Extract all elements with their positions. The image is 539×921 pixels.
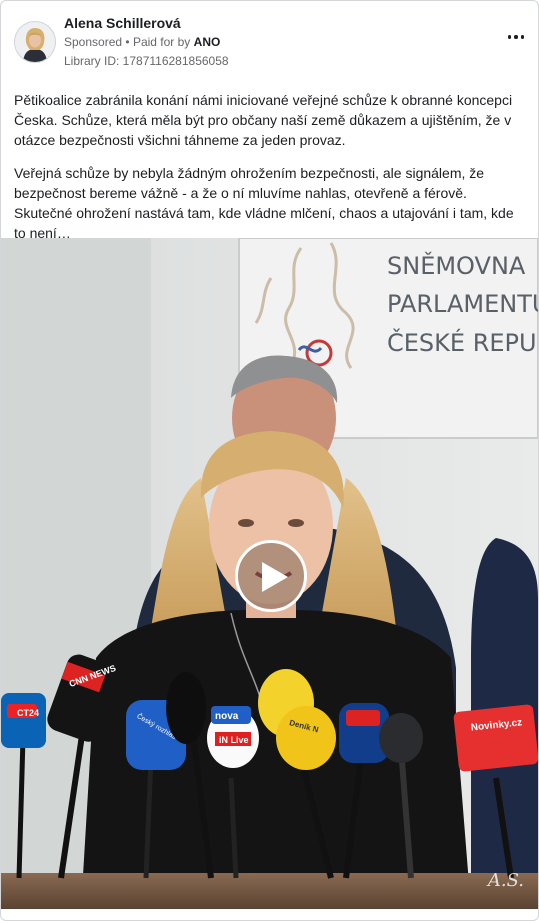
body-paragraph-2: Veřejná schůze by nebyla žádným ohrožení… — [14, 165, 514, 241]
avatar-image — [15, 22, 55, 62]
mic-label-ct24: CT24 — [17, 708, 39, 718]
meta-separator: • — [125, 35, 130, 49]
sign-line-2: PARLAMENTU — [387, 290, 538, 318]
library-id: Library ID: 1787116281856058 — [64, 54, 229, 68]
mic-label-nova: nova — [215, 711, 239, 722]
more-dots-icon — [507, 35, 525, 39]
ad-header: Alena Schillerová Sponsored • Paid for b… — [14, 15, 525, 71]
sign-line-3: ČESKÉ REPUBLIKY — [387, 327, 538, 357]
play-icon — [262, 562, 288, 592]
avatar[interactable] — [14, 21, 56, 63]
advertiser-name[interactable]: Alena Schillerová — [64, 15, 181, 31]
video-player[interactable]: SNĚMOVNA PARLAMENTU ČESKÉ REPUBLIKY — [1, 238, 538, 909]
play-button[interactable] — [235, 540, 307, 612]
table — [1, 873, 538, 909]
more-options-button[interactable] — [503, 27, 529, 47]
mic-label-inlive: iN Live — [219, 735, 249, 745]
ad-card: Alena Schillerová Sponsored • Paid for b… — [0, 0, 539, 921]
sign-line-1: SNĚMOVNA — [387, 251, 526, 280]
video-watermark: A.S. — [487, 870, 524, 891]
body-paragraph-1: Pětikoalice zabránila konání námi inicio… — [14, 92, 513, 148]
payer-name: ANO — [193, 35, 221, 49]
ad-body-text: Pětikoalice zabránila konání námi inicio… — [14, 90, 526, 256]
paid-for-by-label: Paid for by — [132, 35, 191, 49]
sponsored-label: Sponsored — [64, 35, 123, 49]
sponsored-meta: Sponsored • Paid for by ANO — [64, 35, 220, 49]
